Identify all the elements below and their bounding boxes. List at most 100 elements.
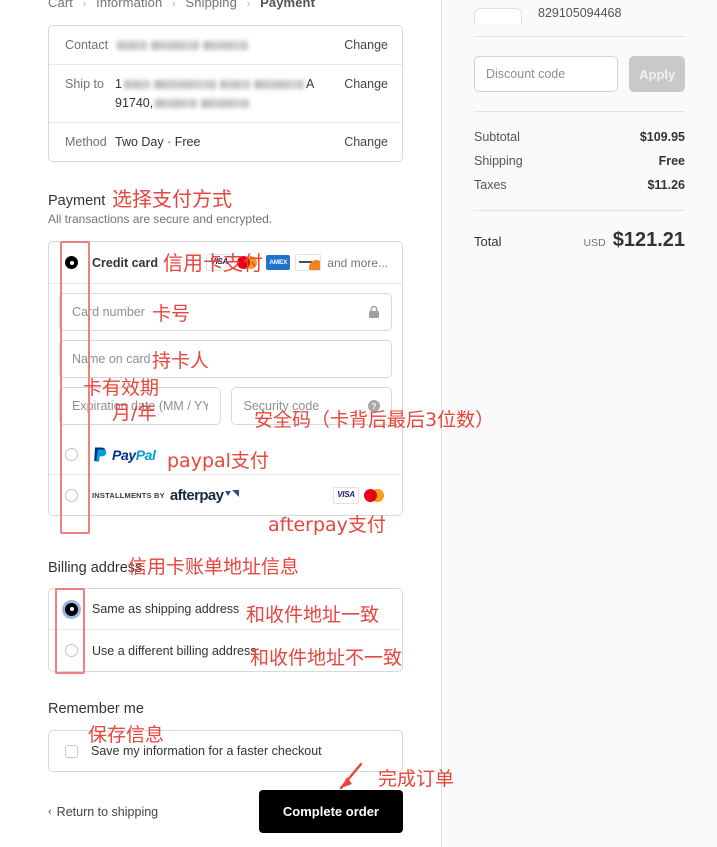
summary-value-subtotal: $109.95 (639, 130, 685, 144)
redacted-contact (151, 41, 199, 51)
name-on-card-input[interactable] (60, 341, 391, 377)
billing-address-title: Billing address (48, 560, 143, 576)
summary-value-shipping: Free (658, 154, 685, 168)
radio-paypal[interactable] (65, 448, 78, 461)
afterpay-wordmark: afterpay (169, 486, 224, 504)
review-row-contact: Contact Change (49, 26, 402, 65)
summary-line-taxes: Taxes $11.26 (474, 178, 685, 192)
product-thumbnail (474, 8, 522, 24)
svg-text:?: ? (372, 402, 377, 411)
card-number-input[interactable] (60, 294, 391, 330)
review-value-contact (115, 37, 344, 53)
visa-icon: VISA (333, 486, 359, 504)
expiration-date-input[interactable] (60, 388, 220, 424)
afterpay-accepted-brands: VISA (333, 486, 388, 504)
afterpay-logo-icon (224, 487, 240, 503)
card-number-field[interactable] (59, 293, 392, 331)
chevron-left-icon: ‹ (48, 805, 52, 818)
review-label-method: Method (65, 135, 107, 149)
payment-option-paypal[interactable]: Pay Pal (49, 435, 402, 475)
change-ship-to-link[interactable]: Change (344, 76, 388, 92)
afterpay-prefix-label: INSTALLMENTS BY (92, 490, 165, 500)
payment-option-afterpay[interactable]: INSTALLMENTS BY afterpay VISA (49, 475, 402, 515)
payment-option-credit-card[interactable]: Credit card VISA AMEX and more... (49, 242, 402, 284)
checkout-page: Cart › Information › Shipping › Payment … (0, 0, 717, 847)
radio-afterpay[interactable] (65, 488, 78, 502)
ship-to-zip: 91740, (115, 96, 154, 110)
payment-heading-group: Payment All transactions are secure and … (48, 193, 272, 226)
redacted-address (123, 80, 150, 90)
change-method-link[interactable]: Change (344, 134, 388, 150)
payment-subtitle: All transactions are secure and encrypte… (48, 212, 273, 226)
and-more-label: and more... (327, 255, 388, 270)
summary-value-taxes: $11.26 (647, 178, 685, 192)
checkout-footer: ‹ Return to shipping Complete order (48, 790, 403, 833)
order-line-item-partial: 829105094468 (474, 0, 685, 24)
visa-icon: VISA (206, 254, 233, 271)
return-to-shipping-link[interactable]: ‹ Return to shipping (48, 805, 158, 819)
summary-line-shipping: Shipping Free (474, 154, 685, 168)
payment-title: Payment (48, 193, 106, 209)
card-brand-logos: VISA AMEX (206, 254, 322, 271)
breadcrumb-separator-icon: › (246, 0, 251, 10)
payment-option-label-credit-card: Credit card (92, 255, 158, 270)
radio-different-billing[interactable] (65, 644, 78, 657)
review-row-method: Method Two Day · Free Change (49, 123, 402, 161)
billing-option-label-different: Use a different billing address (92, 643, 257, 658)
expiration-date-field[interactable] (59, 387, 221, 425)
breadcrumb-separator-icon: › (82, 0, 87, 10)
mastercard-icon (237, 255, 261, 270)
expiry-security-row: ? (59, 378, 392, 435)
redacted-address (155, 99, 198, 109)
redacted-address (219, 80, 250, 90)
product-sku: 829105094468 (538, 6, 622, 20)
radio-credit-card[interactable] (65, 256, 78, 269)
security-code-field[interactable]: ? (230, 387, 392, 425)
discount-code-field[interactable] (474, 56, 619, 92)
billing-option-label-same: Same as shipping address (92, 602, 240, 616)
breadcrumb-item-shipping[interactable]: Shipping (186, 0, 237, 10)
redacted-contact (203, 41, 248, 51)
lock-icon (368, 305, 380, 319)
redacted-address (253, 80, 304, 90)
apply-discount-button[interactable]: Apply (629, 56, 685, 92)
credit-card-fields: ? (49, 293, 402, 435)
summary-grand-total: Total USD $121.21 (474, 211, 685, 252)
radio-same-as-shipping[interactable] (65, 602, 78, 616)
complete-order-button[interactable]: Complete order (258, 790, 403, 833)
breadcrumb-item-payment: Payment (260, 0, 316, 10)
redacted-address (201, 99, 250, 109)
review-value-ship-to: 1 A 91740, (115, 76, 344, 111)
paypal-wordmark-pay: Pay (112, 446, 136, 463)
review-label-contact: Contact (65, 38, 109, 52)
breadcrumb-item-cart[interactable]: Cart (48, 0, 73, 10)
billing-address-box: Same as shipping address Use a different… (48, 588, 403, 672)
summary-label-taxes: Taxes (474, 178, 507, 192)
amex-icon: AMEX (266, 255, 291, 270)
discount-code-input[interactable] (475, 57, 618, 91)
help-icon[interactable]: ? (368, 400, 380, 412)
save-info-checkbox[interactable] (65, 744, 78, 758)
billing-option-same-as-shipping[interactable]: Same as shipping address (49, 589, 402, 630)
remember-me-box: Save my information for a faster checkou… (48, 730, 403, 772)
order-review-box: Contact Change Ship to 1A 91740, Change … (48, 25, 403, 162)
redacted-contact (117, 41, 147, 51)
billing-option-different-address[interactable]: Use a different billing address (49, 630, 402, 671)
summary-label-subtotal: Subtotal (474, 130, 520, 144)
mastercard-icon (364, 488, 388, 503)
save-info-row[interactable]: Save my information for a faster checkou… (49, 731, 402, 771)
total-label: Total (474, 234, 502, 249)
discover-icon (295, 254, 322, 271)
summary-line-subtotal: Subtotal $109.95 (474, 130, 685, 144)
save-info-label: Save my information for a faster checkou… (91, 744, 322, 758)
redacted-address (153, 80, 216, 90)
review-row-ship-to: Ship to 1 A 91740, Change (49, 65, 402, 123)
paypal-wordmark-pal: Pal (135, 446, 156, 463)
paypal-icon: Pay Pal (92, 446, 156, 464)
breadcrumb-item-information[interactable]: Information (96, 0, 162, 10)
change-contact-link[interactable]: Change (344, 37, 388, 53)
discount-row: Apply (474, 37, 685, 111)
review-label-ship-to: Ship to (65, 77, 104, 91)
name-on-card-field[interactable] (59, 340, 392, 378)
order-summary-column: 829105094468 Apply Subtotal $109.95 Ship… (441, 0, 717, 847)
